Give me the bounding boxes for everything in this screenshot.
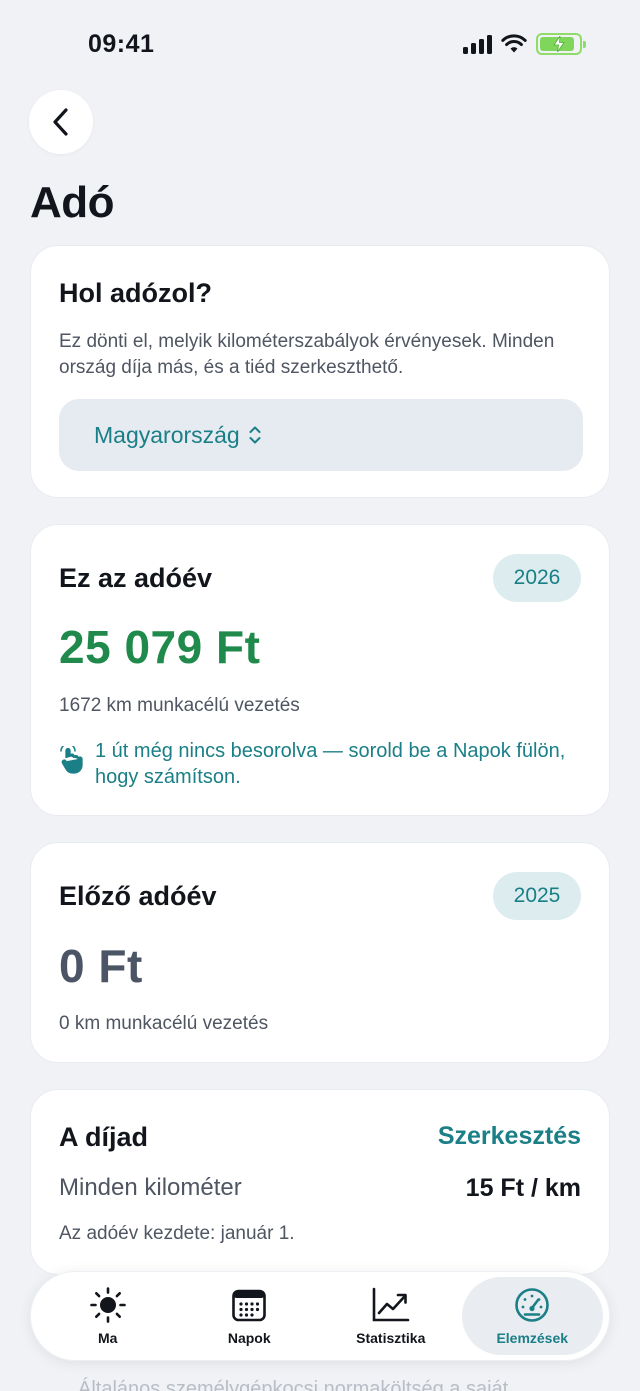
previous-year-badge: 2025: [493, 872, 581, 920]
chart-line-icon: [372, 1287, 410, 1322]
status-time: 09:41: [88, 30, 155, 58]
rate-title: A díjad: [59, 1122, 149, 1152]
tab-ma-label: Ma: [98, 1330, 118, 1346]
calendar-icon: [232, 1289, 267, 1322]
page-title: Adó: [30, 178, 115, 227]
previous-year-title: Előző adóév: [59, 881, 217, 911]
tax-location-description: Ez dönti el, melyik kilométerszabályok é…: [59, 331, 555, 378]
country-select[interactable]: Magyarország: [59, 399, 583, 471]
sun-icon: [89, 1287, 126, 1323]
current-tax-year-card: Ez az adóév 2026 25 079 Ft 1672 km munka…: [30, 524, 610, 816]
tax-year-start: Az adóév kezdete: január 1.: [59, 1223, 295, 1244]
battery-icon: [536, 33, 586, 55]
rate-card: A díjad Szerkesztés Minden kilométer 15 …: [30, 1089, 610, 1275]
unclassified-trip-hint[interactable]: 1 út még nincs besorolva — sorold be a N…: [59, 738, 579, 790]
chevron-left-icon: [53, 108, 68, 136]
wifi-icon: [501, 34, 527, 53]
tab-napok-label: Napok: [227, 1330, 271, 1346]
tab-napok[interactable]: Napok: [179, 1277, 321, 1355]
tax-location-title: Hol adózol?: [59, 278, 212, 308]
tax-location-card: Hol adózol? Ez dönti el, melyik kilométe…: [30, 245, 610, 498]
back-button[interactable]: [29, 90, 93, 154]
chevron-up-down-icon: [249, 426, 261, 444]
unclassified-trip-hint-text: 1 út még nincs besorolva — sorold be a N…: [95, 740, 566, 788]
tab-ma[interactable]: Ma: [37, 1277, 179, 1355]
current-year-distance: 1672 km munkacélú vezetés: [59, 695, 300, 716]
faded-content-text: Általános személygépkocsi normaköltség a…: [78, 1378, 509, 1391]
previous-tax-year-card: Előző adóév 2025 0 Ft 0 km munkacélú vez…: [30, 842, 610, 1063]
cellular-signal-icon: [463, 34, 492, 54]
previous-year-distance: 0 km munkacélú vezetés: [59, 1013, 269, 1034]
current-year-amount: 25 079 Ft: [59, 621, 261, 673]
tab-statisztika[interactable]: Statisztika: [320, 1277, 462, 1355]
rate-rule-value: 15 Ft / km: [465, 1174, 581, 1202]
tab-bar: Ma Napok Statisztika Elemzések: [30, 1271, 610, 1361]
edit-rate-button[interactable]: Szerkesztés: [438, 1122, 581, 1151]
previous-year-amount: 0 Ft: [59, 940, 143, 992]
tab-elemzesek[interactable]: Elemzések: [461, 1277, 603, 1355]
tab-elemzesek-label: Elemzések: [496, 1330, 569, 1346]
status-icons: [463, 33, 586, 55]
current-year-title: Ez az adóév: [59, 563, 213, 593]
hand-tap-icon: [60, 746, 83, 774]
gauge-icon: [515, 1288, 550, 1322]
current-year-badge: 2026: [493, 554, 581, 602]
tab-statisztika-label: Statisztika: [356, 1330, 426, 1346]
country-select-value: Magyarország: [94, 421, 240, 448]
rate-rule-label: Minden kilométer: [59, 1174, 242, 1201]
